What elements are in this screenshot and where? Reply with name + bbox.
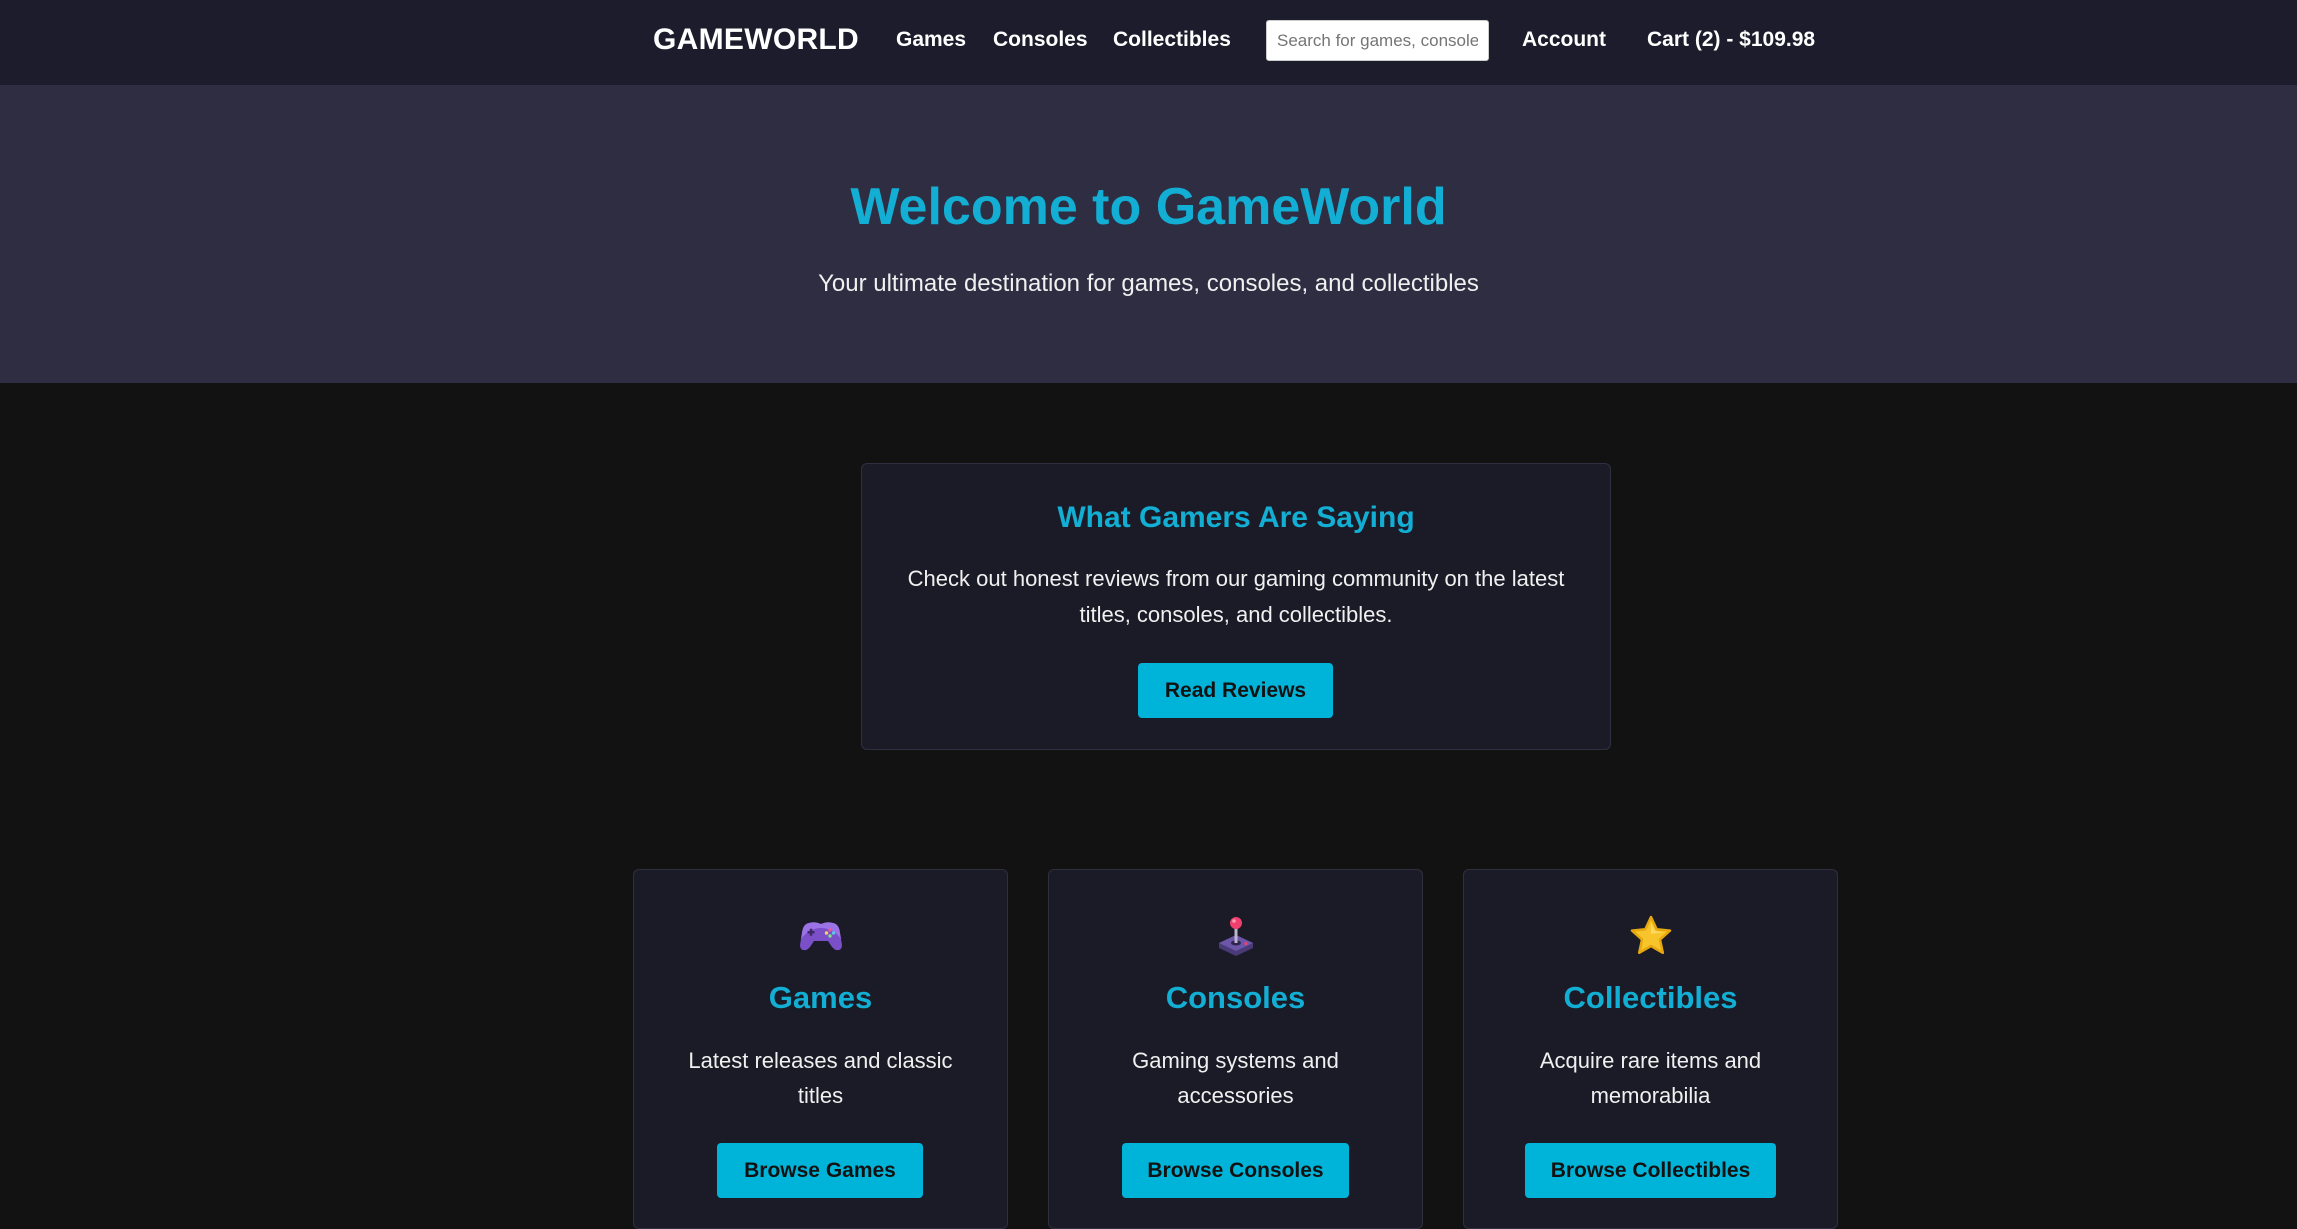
joystick-icon [1049, 910, 1422, 962]
star-icon [1464, 910, 1837, 962]
category-title: Collectibles [1563, 980, 1738, 1015]
hero-subtitle: Your ultimate destination for games, con… [818, 270, 1479, 297]
search-input[interactable] [1266, 20, 1489, 61]
category-title: Games [768, 980, 873, 1015]
top-navbar: GAMEWORLD Games Consoles Collectibles Ac… [0, 0, 2297, 85]
read-reviews-button[interactable]: Read Reviews [1138, 663, 1333, 718]
hero-banner: Welcome to GameWorld Your ultimate desti… [0, 85, 2297, 383]
category-title: Consoles [1165, 980, 1306, 1015]
reviews-description: Check out honest reviews from our gaming… [907, 566, 1565, 627]
browse-collectibles-button[interactable]: Browse Collectibles [1525, 1143, 1776, 1198]
category-description: Gaming systems and accessories [1132, 1048, 1339, 1108]
category-card-games: Games Latest releases and classic titles… [633, 869, 1008, 1229]
reviews-title: What Gamers Are Saying [1057, 501, 1415, 534]
hero-title: Welcome to GameWorld [850, 178, 1447, 236]
nav-games-link[interactable]: Games [896, 26, 966, 54]
cart-link[interactable]: Cart (2) - $109.98 [1647, 26, 1815, 54]
gamepad-icon [634, 910, 1007, 962]
category-card-collectibles: Collectibles Acquire rare items and memo… [1463, 869, 1838, 1229]
category-description: Latest releases and classic titles [688, 1048, 953, 1108]
account-link[interactable]: Account [1522, 26, 1606, 54]
category-card-consoles: Consoles Gaming systems and accessories … [1048, 869, 1423, 1229]
nav-collectibles-link[interactable]: Collectibles [1113, 26, 1231, 54]
nav-consoles-link[interactable]: Consoles [993, 26, 1088, 54]
category-description: Acquire rare items and memorabilia [1539, 1048, 1762, 1108]
browse-games-button[interactable]: Browse Games [717, 1143, 923, 1198]
site-logo[interactable]: GAMEWORLD [653, 20, 859, 60]
reviews-card: What Gamers Are Saying Check out honest … [861, 463, 1611, 750]
browse-consoles-button[interactable]: Browse Consoles [1122, 1143, 1349, 1198]
